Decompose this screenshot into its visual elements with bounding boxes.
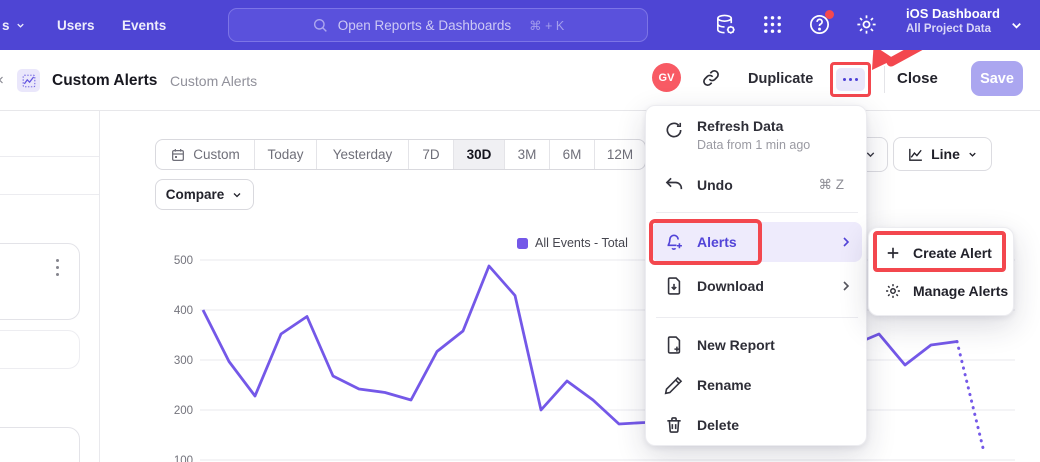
sidebar-divider bbox=[99, 111, 100, 462]
range-6m[interactable]: 6M bbox=[549, 140, 594, 169]
sidebar-card[interactable] bbox=[0, 243, 80, 320]
y-axis-tick: 200 bbox=[174, 405, 193, 417]
chevron-down-icon bbox=[231, 189, 243, 201]
series-line-projected bbox=[957, 342, 983, 449]
range-30d-active[interactable]: 30D bbox=[453, 140, 504, 169]
y-axis-tick: 500 bbox=[174, 255, 193, 267]
bell-plus-icon bbox=[664, 232, 684, 252]
search-placeholder: Open Reports & Dashboards bbox=[338, 18, 511, 33]
submenu-item-create-alert[interactable]: Create Alert bbox=[869, 236, 1013, 270]
avatar[interactable]: GV bbox=[652, 63, 681, 92]
truncated-back-chevron-icon bbox=[0, 74, 7, 86]
undo-shortcut: ⌘ Z bbox=[819, 177, 845, 193]
report-icon bbox=[17, 69, 40, 92]
chevron-down-icon bbox=[967, 149, 978, 160]
project-name: iOS Dashboard bbox=[906, 6, 1000, 21]
sidebar-card[interactable] bbox=[0, 330, 80, 369]
date-range-control: Custom Today Yesterday 7D 30D 3M 6M 12M bbox=[155, 139, 646, 170]
gear-icon bbox=[884, 282, 902, 300]
nav-item-users[interactable]: Users bbox=[57, 0, 95, 50]
page-title: Custom Alerts bbox=[52, 72, 157, 90]
compare-button[interactable]: Compare bbox=[155, 179, 254, 210]
share-link-icon[interactable] bbox=[701, 68, 721, 88]
kebab-menu-icon[interactable] bbox=[56, 259, 59, 276]
chevron-down-icon bbox=[15, 20, 26, 31]
menu-item-alerts[interactable]: Alerts bbox=[652, 222, 862, 262]
app-window: 500 400 300 200 100 All Events - Total Custo… bbox=[0, 0, 1040, 462]
project-switcher[interactable]: iOS Dashboard All Project Data bbox=[906, 6, 1000, 35]
menu-divider bbox=[656, 317, 858, 318]
chevron-down-icon[interactable] bbox=[1009, 18, 1024, 33]
submenu-item-manage-alerts[interactable]: Manage Alerts bbox=[869, 274, 1013, 308]
save-button[interactable]: Save bbox=[971, 61, 1023, 96]
search-icon bbox=[312, 17, 328, 33]
global-search[interactable]: Open Reports & Dashboards ⌘ + K bbox=[228, 8, 648, 42]
menu-item-new-report[interactable]: New Report bbox=[646, 327, 866, 363]
alerts-submenu: Create Alert Manage Alerts bbox=[868, 227, 1014, 316]
line-chart-icon bbox=[907, 146, 924, 163]
pencil-icon bbox=[664, 375, 684, 395]
range-3m[interactable]: 3M bbox=[504, 140, 549, 169]
range-custom[interactable]: Custom bbox=[156, 140, 254, 169]
plus-icon bbox=[884, 244, 902, 262]
menu-item-undo[interactable]: Undo ⌘ Z bbox=[646, 167, 866, 203]
sidebar-row-divider bbox=[0, 156, 99, 157]
file-download-icon bbox=[664, 276, 684, 296]
menu-item-rename[interactable]: Rename bbox=[646, 367, 866, 403]
duplicate-button[interactable]: Duplicate bbox=[748, 71, 813, 87]
menu-item-delete[interactable]: Delete bbox=[646, 407, 866, 443]
settings-gear-icon[interactable] bbox=[855, 13, 878, 36]
menu-item-download[interactable]: Download bbox=[646, 268, 866, 304]
data-management-icon[interactable] bbox=[714, 13, 737, 36]
top-navbar: s Users Events Open Reports & Dashboards… bbox=[0, 0, 1040, 50]
nav-item-truncated[interactable]: s bbox=[2, 0, 26, 50]
legend-label: All Events - Total bbox=[535, 236, 628, 250]
search-shortcut: ⌘ + K bbox=[529, 18, 564, 33]
apps-grid-icon[interactable] bbox=[761, 13, 784, 36]
y-axis-tick: 300 bbox=[174, 355, 193, 367]
range-12m[interactable]: 12M bbox=[594, 140, 645, 169]
chevron-right-icon bbox=[838, 234, 854, 250]
sidebar-card[interactable] bbox=[0, 427, 80, 462]
range-7d[interactable]: 7D bbox=[408, 140, 453, 169]
nav-item-events[interactable]: Events bbox=[122, 0, 166, 50]
y-axis-tick: 100 bbox=[174, 455, 193, 462]
range-yesterday[interactable]: Yesterday bbox=[316, 140, 408, 169]
file-plus-icon bbox=[664, 335, 684, 355]
range-today[interactable]: Today bbox=[254, 140, 316, 169]
chevron-right-icon bbox=[838, 278, 854, 294]
notification-dot bbox=[825, 10, 834, 19]
undo-icon bbox=[664, 175, 684, 195]
chart-legend: All Events - Total bbox=[517, 236, 628, 250]
refresh-caption: Data from 1 min ago bbox=[697, 138, 810, 152]
menu-item-refresh-data[interactable]: Refresh Data Data from 1 min ago bbox=[646, 115, 866, 159]
menu-divider bbox=[656, 212, 858, 213]
y-axis-tick: 400 bbox=[174, 305, 193, 317]
trash-icon bbox=[664, 415, 684, 435]
sidebar-row-divider bbox=[0, 194, 99, 195]
refresh-icon bbox=[664, 120, 684, 140]
help-icon[interactable] bbox=[808, 13, 831, 36]
chart-type-button[interactable]: Line bbox=[893, 137, 992, 171]
legend-swatch bbox=[517, 238, 528, 249]
breadcrumb[interactable]: Custom Alerts bbox=[170, 73, 257, 89]
calendar-icon bbox=[170, 147, 186, 163]
project-scope: All Project Data bbox=[906, 23, 1000, 35]
more-options-menu: Refresh Data Data from 1 min ago Undo ⌘ … bbox=[645, 105, 867, 446]
